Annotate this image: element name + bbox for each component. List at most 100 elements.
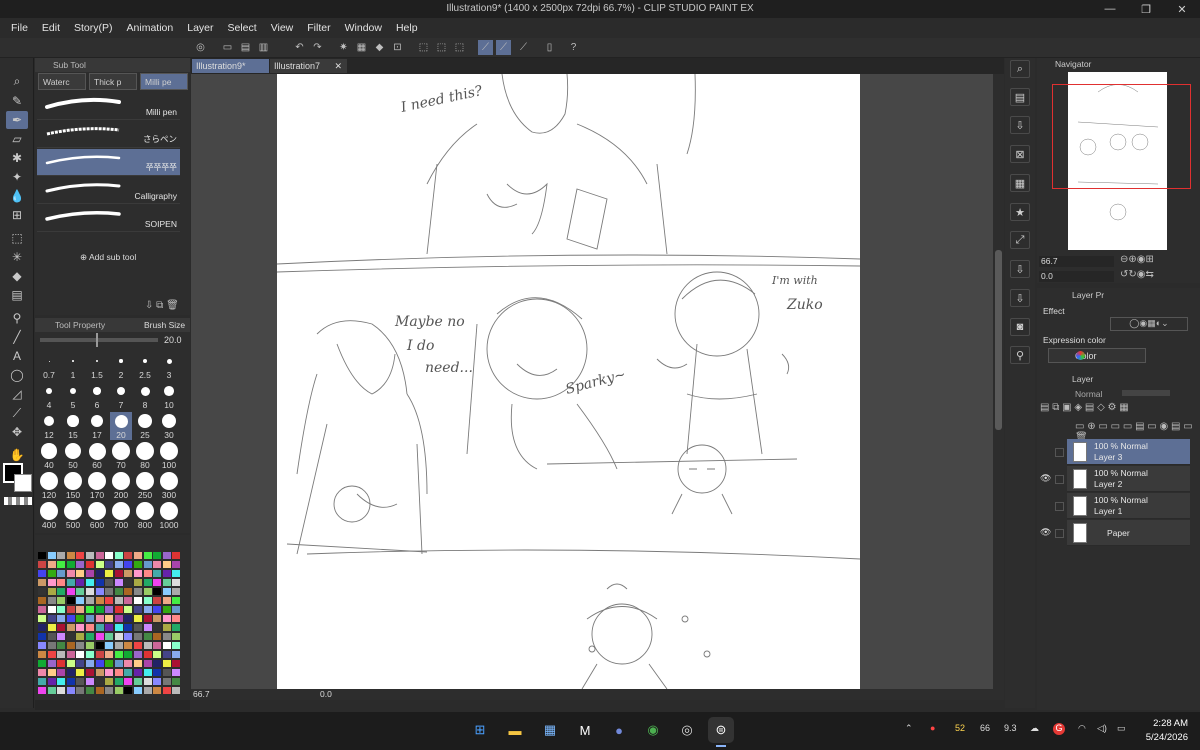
color-swatch[interactable] [95,669,104,676]
layer-row[interactable]: 100 % Normal Layer 2 [1067,466,1190,492]
brush-item-calligraphy[interactable]: Calligraphy [37,177,180,204]
color-swatch[interactable] [47,570,56,577]
move-layer-icon[interactable]: ✥ [6,423,28,441]
color-swatch[interactable] [95,624,104,631]
status-zoom[interactable]: 66.7 [193,689,210,699]
color-swatch[interactable] [143,597,152,604]
tray-num3[interactable]: 9.3 [1004,723,1017,733]
clock-date[interactable]: 5/24/2026 [1136,732,1188,743]
color-swatch[interactable] [57,588,66,595]
clear-icon[interactable]: ✷ [336,40,351,55]
save-icon[interactable]: ▥ [256,40,271,55]
navigator-view-frame[interactable] [1052,84,1191,189]
minimize-button[interactable]: — [1092,0,1128,18]
menu-story[interactable]: Story(P) [67,22,120,34]
color-swatch[interactable] [66,669,75,676]
color-swatch[interactable] [134,678,142,685]
grid-icon[interactable]: ▦ [1010,174,1030,192]
color-swatch[interactable] [143,633,152,640]
color-swatch[interactable] [95,687,104,694]
color-swatch[interactable] [47,642,56,649]
brush-size-option[interactable]: 40 [38,442,60,470]
color-swatch[interactable] [95,660,104,667]
tab-thick-paint[interactable]: Thick p [89,73,137,90]
brush-size-option[interactable]: 400 [38,502,60,530]
color-swatch[interactable] [114,606,123,613]
color-swatch[interactable] [162,570,171,577]
color-swatch[interactable] [114,552,123,559]
brush-size-option[interactable]: 50 [62,442,84,470]
color-swatch[interactable] [47,579,56,586]
color-swatch[interactable] [172,579,181,586]
color-swatch[interactable] [153,660,162,667]
color-swatch[interactable] [143,615,152,622]
layer-lock-checkbox[interactable] [1055,475,1064,484]
auto-select-icon[interactable]: ✳ [6,248,28,266]
decoration-icon[interactable]: ✱ [6,149,28,167]
sub-tool-actions[interactable]: ⇩ ⧉ 🗑 [145,300,179,311]
color-swatch[interactable] [66,642,75,649]
color-swatch[interactable] [47,633,56,640]
color-swatch[interactable] [47,660,56,667]
smartphone-icon[interactable]: ▯ [542,40,557,55]
transform-icon[interactable]: ⊡ [390,40,405,55]
color-swatch[interactable] [86,642,94,649]
color-swatch[interactable] [47,552,56,559]
color-swatch[interactable] [47,588,56,595]
color-swatch[interactable] [76,660,85,667]
brush-size-option[interactable]: 70 [110,442,132,470]
color-swatch[interactable] [95,606,104,613]
color-swatch[interactable] [153,624,162,631]
color-swatch[interactable] [134,579,142,586]
color-swatch[interactable] [86,606,94,613]
pen-icon[interactable]: ✒ [6,111,28,129]
color-swatch[interactable] [162,561,171,568]
tray-num1[interactable]: 52 [955,723,965,733]
color-swatch[interactable] [143,606,152,613]
color-swatch[interactable] [153,552,162,559]
color-swatch[interactable] [114,651,123,658]
redo-icon[interactable]: ↷ [310,40,325,55]
menu-help[interactable]: Help [389,22,425,34]
snap-ruler-icon[interactable]: ⟋ [478,40,493,55]
color-swatch[interactable] [57,579,66,586]
color-swatch[interactable] [124,642,133,649]
color-swatch[interactable] [38,687,46,694]
color-swatch[interactable] [95,570,104,577]
color-swatch[interactable] [76,588,85,595]
color-swatch[interactable] [143,624,152,631]
color-swatch[interactable] [153,669,162,676]
tray-discord-icon[interactable]: ● [930,723,935,733]
color-swatch[interactable] [172,651,181,658]
wifi-icon[interactable]: ◠ [1078,723,1086,734]
color-swatch[interactable] [153,642,162,649]
canvas-paper[interactable]: I need this? Maybe no I do need... Spark… [276,74,861,689]
color-swatch[interactable] [124,624,133,631]
close-button[interactable]: ✕ [1164,0,1200,18]
brush-size-option[interactable]: 1 [62,352,84,380]
brush-size-option[interactable]: 600 [86,502,108,530]
fill-icon[interactable]: ◆ [372,40,387,55]
brush-size-option[interactable]: 120 [38,472,60,500]
color-swatch[interactable] [38,597,46,604]
color-swatch[interactable] [38,678,46,685]
color-swatch[interactable] [38,579,46,586]
color-swatch[interactable] [47,651,56,658]
color-swatch[interactable] [162,606,171,613]
color-swatch[interactable] [143,660,152,667]
color-swatch[interactable] [114,669,123,676]
navigator-angle-field[interactable]: 0.0 [1039,271,1114,282]
color-swatch[interactable] [86,624,94,631]
color-swatch[interactable] [172,570,181,577]
color-swatch[interactable] [105,633,114,640]
color-swatch[interactable] [105,678,114,685]
color-swatch[interactable] [66,597,75,604]
color-swatch[interactable] [162,660,171,667]
color-swatch[interactable] [134,633,142,640]
person-icon[interactable]: ⚲ [1010,346,1030,364]
color-swatch[interactable] [95,552,104,559]
color-swatch[interactable] [76,579,85,586]
color-swatch[interactable] [76,597,85,604]
color-swatch[interactable] [105,552,114,559]
color-swatch[interactable] [143,552,152,559]
